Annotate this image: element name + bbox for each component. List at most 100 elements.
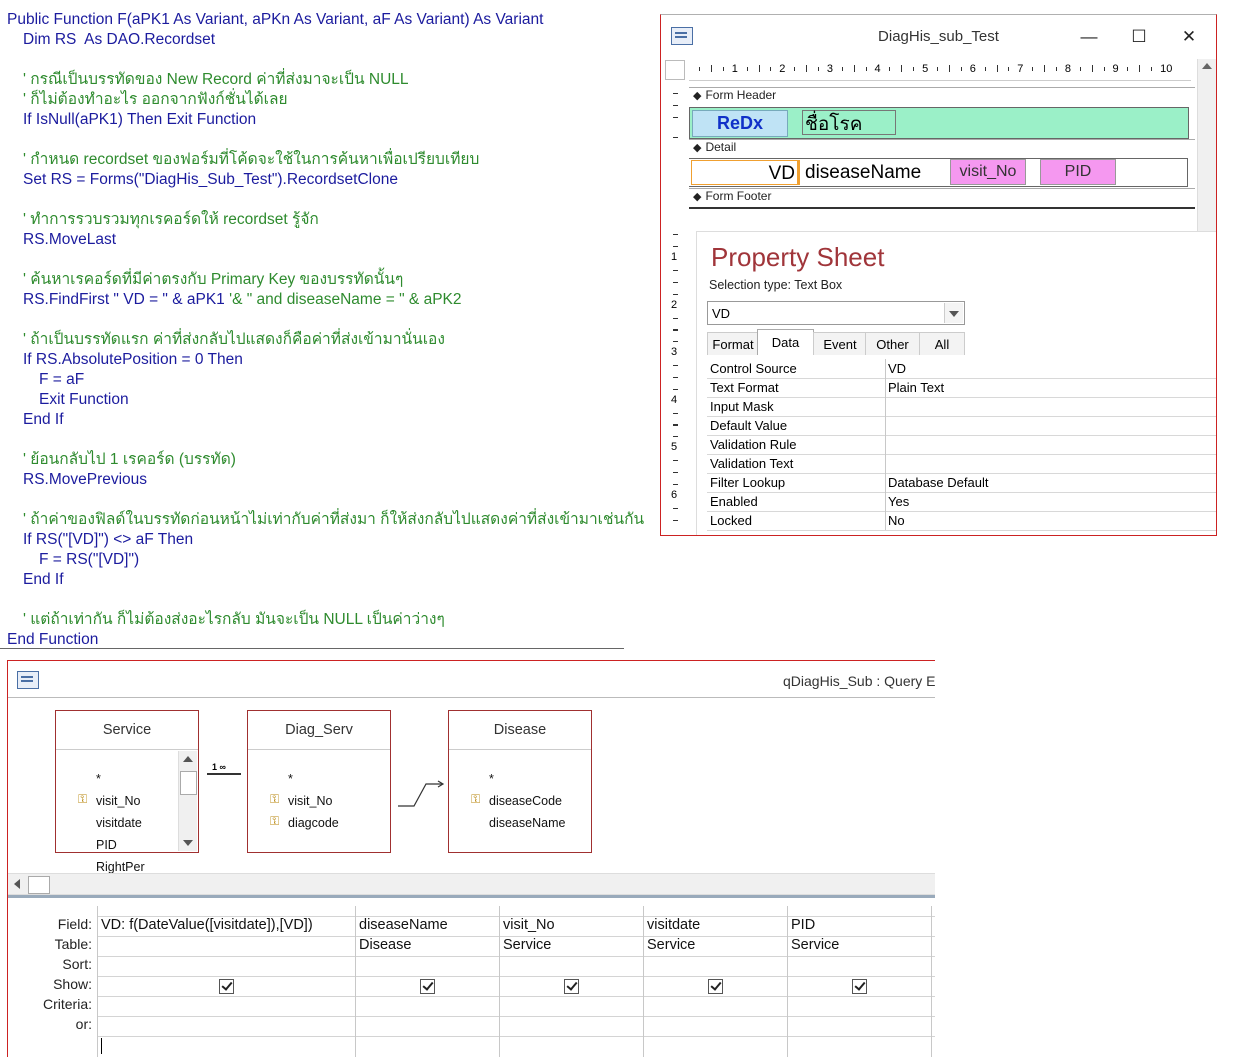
table-cell[interactable]: Disease [359, 937, 411, 953]
property-row[interactable]: Enabled Yes [707, 492, 1216, 512]
disease-name-label[interactable]: ชื่อโรค [802, 110, 896, 135]
code-line[interactable]: End If [23, 570, 64, 590]
scroll-thumb[interactable] [28, 876, 50, 894]
detail-section[interactable]: VD diseaseName visit_No PID [689, 158, 1188, 187]
show-checkbox[interactable] [219, 979, 234, 994]
table-field[interactable]: * [489, 772, 494, 786]
form-header-bar[interactable]: ◆ Form Header [689, 87, 1195, 106]
form-header-section[interactable]: ReDx ชื่อโรค [689, 107, 1189, 139]
disease-name-textbox[interactable]: diseaseName [805, 160, 921, 185]
field-cell[interactable]: diseaseName [359, 917, 448, 933]
field-cell[interactable]: VD: f(DateValue([visitdate]),[VD]) [101, 917, 313, 933]
vd-textbox[interactable]: VD [691, 160, 800, 185]
grid-column[interactable]: diseaseName Disease [355, 906, 500, 1057]
property-row[interactable]: Locked No [707, 511, 1216, 531]
show-checkbox[interactable] [708, 979, 723, 994]
scroll-up-icon[interactable] [1202, 63, 1212, 69]
property-row[interactable]: Default Value [707, 416, 1216, 436]
code-line[interactable]: RS.MovePrevious [23, 470, 147, 490]
table-field[interactable]: diseaseName [489, 816, 565, 830]
code-line[interactable]: End Function [7, 630, 98, 650]
property-sheet[interactable]: Property Sheet Selection type: Text Box … [696, 231, 1216, 535]
control-selector-dropdown[interactable]: VD [707, 301, 965, 325]
grid-column[interactable]: visit_No Service [499, 906, 644, 1057]
code-line[interactable]: ' ทำการรวบรวมทุกเรคอร์ดให้ recordset รู้… [23, 210, 319, 230]
property-value[interactable]: VD [888, 361, 906, 376]
table-diag-serv[interactable]: Diag_Serv * ⚿ visit_No ⚿ diagcode [247, 710, 391, 853]
code-line[interactable]: ' ค้นหาเรคอร์ดที่มีค่าตรงกับ Primary Key… [23, 270, 403, 290]
table-pane-hscrollbar[interactable] [8, 873, 935, 895]
table-field[interactable]: PID [96, 838, 117, 852]
design-grid[interactable]: Field: Table: Sort: Show: Criteria: or: VD: f(… [8, 906, 935, 1057]
property-row[interactable]: Input Mask [707, 397, 1216, 417]
grid-column[interactable]: visitdate Service [643, 906, 788, 1057]
code-line[interactable]: Set RS = Forms("DiagHis_Sub_Test").Recor… [23, 170, 398, 190]
code-line[interactable]: ' ก็ไม่ต้องทำอะไร ออกจากฟังก์ชั่นได้เลย [23, 90, 288, 110]
tab-other[interactable]: Other [865, 332, 920, 355]
scroll-left-icon[interactable] [14, 879, 20, 889]
table-field[interactable]: RightPer [96, 860, 145, 874]
grid-column[interactable]: PID Service [787, 906, 932, 1057]
code-line[interactable]: Exit Function [39, 390, 129, 410]
table-field[interactable]: visitdate [96, 816, 142, 830]
code-line[interactable]: Dim RS As DAO.Recordset [23, 30, 215, 50]
code-line[interactable]: ' กรณีเป็นบรรทัดของ New Record ค่าที่ส่ง… [23, 70, 409, 90]
table-pane[interactable]: 1 ∞ Service * ⚿ visit_No visitdate PID RightPe… [8, 698, 935, 874]
code-line[interactable]: F = RS("[VD]") [39, 550, 139, 570]
table-cell[interactable]: Service [503, 937, 551, 953]
table-title[interactable]: Disease [449, 711, 591, 750]
code-line[interactable]: ' ถ้าเป็นบรรทัดแรก ค่าที่ส่งกลับไปแสดงก็… [23, 330, 445, 350]
field-cell[interactable]: visitdate [647, 917, 700, 933]
table-field[interactable]: diseaseCode [489, 794, 562, 808]
scroll-down-icon[interactable] [183, 840, 193, 846]
code-line[interactable]: If RS("[VD]") <> aF Then [23, 530, 193, 550]
property-row[interactable]: Validation Text [707, 454, 1216, 474]
scroll-up-icon[interactable] [183, 756, 193, 762]
grid-column[interactable]: VD: f(DateValue([visitdate]),[VD]) [97, 906, 356, 1057]
form-window-titlebar[interactable]: DiagHis_sub_Test — ☐ ✕ [661, 15, 1216, 57]
code-line[interactable]: Public Function F(aPK1 As Variant, aPKn … [7, 10, 543, 30]
show-checkbox[interactable] [564, 979, 579, 994]
maximize-button[interactable]: ☐ [1129, 27, 1149, 47]
code-line[interactable]: End If [23, 410, 64, 430]
table-scrollbar[interactable] [178, 751, 197, 851]
property-row[interactable]: Validation Rule [707, 435, 1216, 455]
property-value[interactable]: Plain Text [888, 380, 944, 395]
visit-no-textbox[interactable]: visit_No [950, 159, 1026, 185]
pid-textbox[interactable]: PID [1040, 159, 1116, 185]
code-line[interactable]: ' ถ้าค่าของฟิลด์ในบรรทัดก่อนหน้าไม่เท่าก… [23, 510, 644, 530]
chevron-down-icon[interactable] [944, 303, 963, 323]
property-value[interactable]: Database Default [888, 475, 988, 490]
tab-format[interactable]: Format [707, 332, 759, 355]
vertical-ruler[interactable]: 1 2 3 4 5 6 [665, 81, 687, 535]
code-line[interactable]: RS.FindFirst " VD = " & aPK1 '& " and di… [23, 290, 462, 310]
code-line[interactable]: If IsNull(aPK1) Then Exit Function [23, 110, 256, 130]
tab-all[interactable]: All [919, 332, 965, 355]
property-value[interactable]: Yes [888, 494, 909, 509]
tab-data[interactable]: Data [757, 329, 814, 355]
show-checkbox[interactable] [852, 979, 867, 994]
table-title[interactable]: Diag_Serv [248, 711, 390, 750]
relationship-line[interactable] [207, 773, 241, 775]
ruler-corner-select[interactable] [665, 60, 685, 80]
code-line[interactable]: F = aF [39, 370, 84, 390]
tab-event[interactable]: Event [813, 332, 867, 355]
horizontal-ruler[interactable]: 1 2 3 4 5 6 7 8 9 10 [689, 60, 1191, 81]
code-line[interactable]: RS.MoveLast [23, 230, 116, 250]
code-line[interactable]: ' แต่ถ้าเท่ากัน ก็ไม่ต้องส่งอะไรกลับ มัน… [23, 610, 445, 630]
table-cell[interactable]: Service [791, 937, 839, 953]
code-line[interactable]: ' กำหนด recordset ของฟอร์มที่โค้ดจะใช้ใน… [23, 150, 479, 170]
table-field[interactable]: visit_No [288, 794, 332, 808]
table-field[interactable]: visit_No [96, 794, 140, 808]
query-window-titlebar[interactable]: qDiagHis_Sub : Query E [8, 661, 935, 698]
field-cell[interactable]: visit_No [503, 917, 555, 933]
pane-splitter[interactable] [8, 895, 935, 898]
show-checkbox[interactable] [420, 979, 435, 994]
table-title[interactable]: Service [56, 711, 198, 750]
field-cell[interactable]: PID [791, 917, 815, 933]
scroll-thumb[interactable] [180, 771, 197, 795]
minimize-button[interactable]: — [1079, 27, 1099, 47]
detail-bar[interactable]: ◆ Detail [689, 139, 1195, 158]
table-disease[interactable]: Disease * ⚿ diseaseCode diseaseName [448, 710, 592, 853]
table-field[interactable]: diagcode [288, 816, 339, 830]
